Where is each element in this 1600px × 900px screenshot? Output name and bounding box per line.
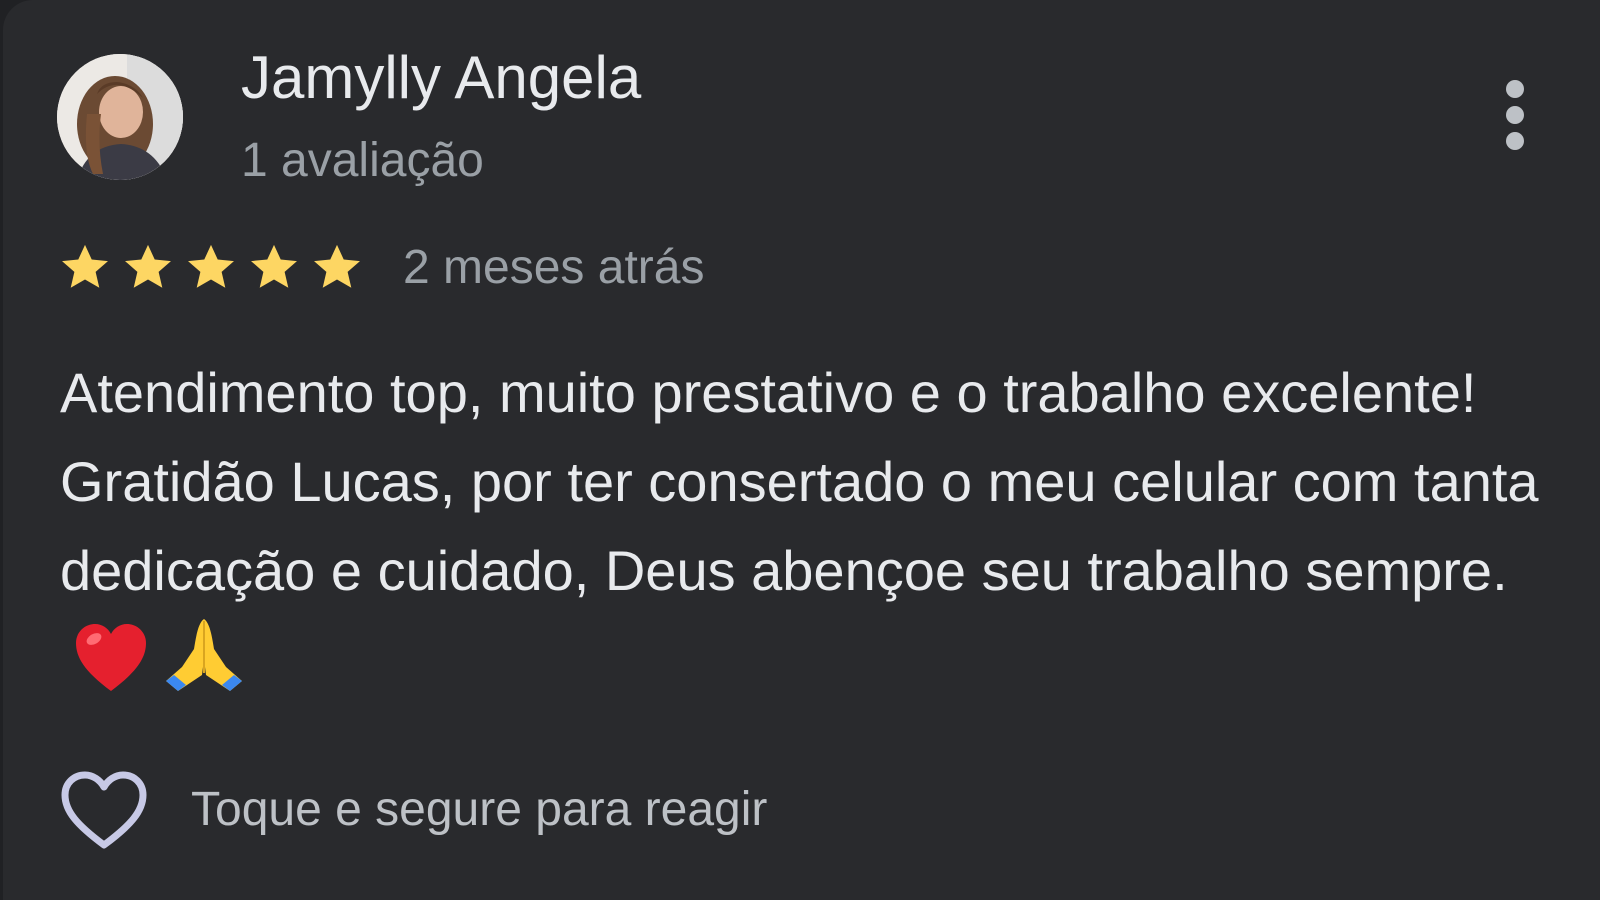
react-label: Toque e segure para reagir	[191, 783, 768, 836]
author-name[interactable]: Jamylly Angela	[241, 42, 641, 114]
star-icon	[59, 243, 111, 293]
star-icon	[185, 243, 237, 293]
react-button[interactable]: Toque e segure para reagir	[59, 768, 767, 852]
more-options-button[interactable]	[1491, 78, 1539, 158]
author-avatar[interactable]	[57, 54, 183, 180]
folded-hands-emoji	[162, 615, 246, 693]
rating-row: 2 meses atrás	[59, 238, 704, 298]
heart-outline-icon	[59, 769, 149, 851]
review-text: Atendimento top, muito prestativo e o tr…	[60, 348, 1560, 708]
star-icon	[122, 243, 174, 293]
review-body: Atendimento top, muito prestativo e o tr…	[60, 361, 1539, 602]
red-heart-emoji	[74, 623, 148, 693]
author-review-count: 1 avaliação	[241, 134, 484, 187]
star-rating	[59, 243, 363, 293]
star-icon	[248, 243, 300, 293]
review-time: 2 meses atrás	[403, 241, 705, 294]
star-icon	[311, 243, 363, 293]
review-card: Jamylly Angela 1 avaliação 2 meses atrás…	[3, 0, 1600, 900]
avatar-photo	[57, 54, 183, 180]
